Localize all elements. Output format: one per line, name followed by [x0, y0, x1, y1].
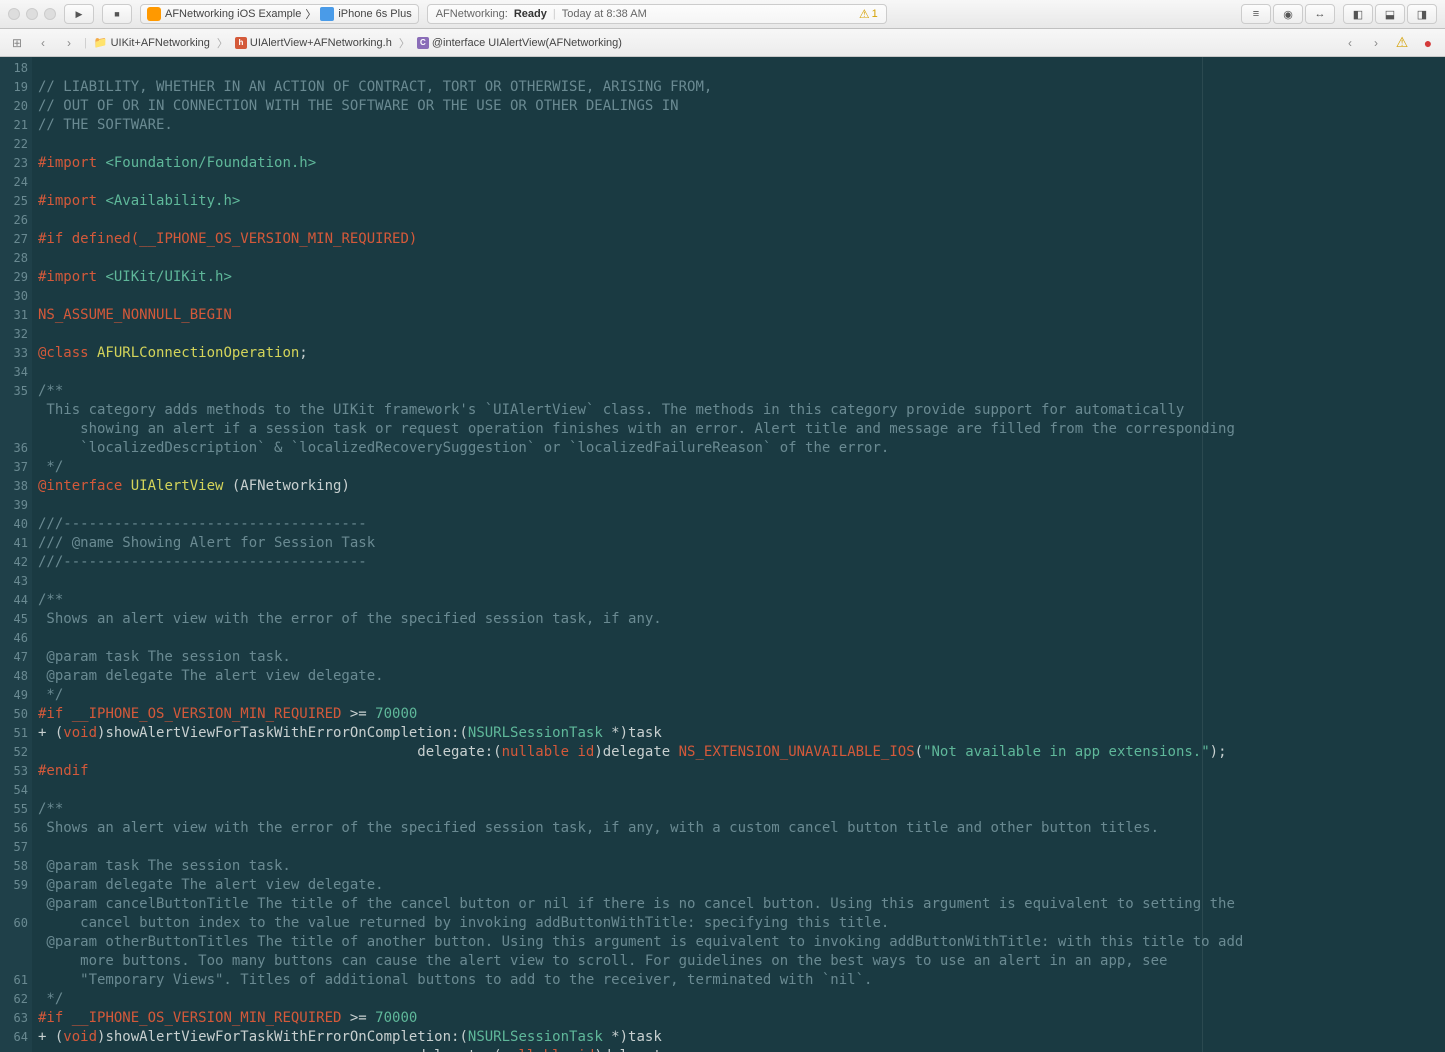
- code-line: // THE SOFTWARE.: [38, 117, 173, 133]
- code-line: #if __IPHONE_OS_VERSION_MIN_REQUIRED >= …: [38, 1010, 417, 1026]
- code-line: #import <UIKit/UIKit.h>: [38, 269, 232, 285]
- back-button[interactable]: ‹: [32, 34, 54, 52]
- version-editor-button[interactable]: ↔: [1305, 4, 1335, 24]
- code-line: This category adds methods to the UIKit …: [38, 402, 1243, 456]
- forward-button[interactable]: ›: [58, 34, 80, 52]
- code-line: /**: [38, 801, 63, 817]
- status-time: Today at 8:38 AM: [562, 8, 647, 20]
- code-line: /**: [38, 383, 63, 399]
- code-line: @param delegate The alert view delegate.: [38, 877, 384, 893]
- folder-icon: [94, 36, 108, 49]
- jump-item-file[interactable]: h UIAlertView+AFNetworking.h: [232, 37, 395, 49]
- code-editor[interactable]: 1819202122232425262728293031323334353637…: [0, 57, 1445, 1052]
- code-line: + (void)showAlertViewForTaskWithErrorOnC…: [38, 1029, 662, 1045]
- code-line: delegate:(nullable id)delegate NS_EXTENS…: [38, 744, 1227, 760]
- toggle-navigator-button[interactable]: ◧: [1343, 4, 1373, 24]
- code-line: */: [38, 687, 63, 703]
- warning-icon[interactable]: [1391, 34, 1413, 52]
- related-items-button[interactable]: ⊞: [6, 34, 28, 52]
- code-line: @param cancelButtonTitle The title of th…: [38, 896, 1243, 931]
- code-line: delegate:(nullable id)delegate: [38, 1048, 670, 1052]
- code-line: @class AFURLConnectionOperation;: [38, 345, 308, 361]
- code-line: ///------------------------------------: [38, 554, 367, 570]
- error-icon[interactable]: [1417, 34, 1439, 52]
- category-icon: C: [417, 37, 429, 49]
- scheme-selector[interactable]: AFNetworking iOS Example 〉 iPhone 6s Plu…: [140, 4, 419, 24]
- jump-file-label: UIAlertView+AFNetworking.h: [250, 37, 392, 49]
- jump-item-folder[interactable]: UIKit+AFNetworking: [91, 36, 213, 49]
- device-label: iPhone 6s Plus: [338, 8, 411, 20]
- chevron-right-icon: 〉: [305, 6, 316, 22]
- toolbar: AFNetworking iOS Example 〉 iPhone 6s Plu…: [0, 0, 1445, 29]
- code-line: /**: [38, 592, 63, 608]
- warning-count[interactable]: 1: [859, 7, 878, 21]
- standard-editor-button[interactable]: ≡: [1241, 4, 1271, 24]
- code-line: Shows an alert view with the error of th…: [38, 611, 662, 627]
- panel-toggle-group: ◧ ⬓ ◨: [1343, 4, 1437, 24]
- code-line: + (void)showAlertViewForTaskWithErrorOnC…: [38, 725, 662, 741]
- code-line: */: [38, 991, 63, 1007]
- status-state: Ready: [514, 8, 547, 20]
- code-line: #import <Availability.h>: [38, 193, 240, 209]
- code-line: #import <Foundation/Foundation.h>: [38, 155, 316, 171]
- editor-mode-group: ≡ ◉ ↔: [1241, 4, 1335, 24]
- code-line: // OUT OF OR IN CONNECTION WITH THE SOFT…: [38, 98, 679, 114]
- page-guide: [1202, 57, 1203, 1052]
- toggle-debug-button[interactable]: ⬓: [1375, 4, 1405, 24]
- jump-item-symbol[interactable]: C @interface UIAlertView(AFNetworking): [414, 37, 625, 49]
- code-line: @param delegate The alert view delegate.: [38, 668, 384, 684]
- status-project: AFNetworking:: [436, 8, 508, 20]
- gutter: 1819202122232425262728293031323334353637…: [0, 57, 32, 1052]
- code-line: @param otherButtonTitles The title of an…: [38, 934, 1252, 988]
- app-icon: [147, 7, 161, 21]
- header-file-icon: h: [235, 37, 247, 49]
- minimize-icon[interactable]: [26, 8, 38, 20]
- jump-bar: ⊞ ‹ › | UIKit+AFNetworking 〉 h UIAlertVi…: [0, 29, 1445, 57]
- code-line: @param task The session task.: [38, 858, 291, 874]
- assistant-editor-button[interactable]: ◉: [1273, 4, 1303, 24]
- code-line: */: [38, 459, 63, 475]
- code-line: /// @name Showing Alert for Session Task: [38, 535, 375, 551]
- code-line: NS_ASSUME_NONNULL_BEGIN: [38, 307, 232, 323]
- jump-symbol-label: @interface UIAlertView(AFNetworking): [432, 37, 622, 49]
- code-line: Shows an alert view with the error of th…: [38, 820, 1159, 836]
- code-line: // LIABILITY, WHETHER IN AN ACTION OF CO…: [38, 79, 712, 95]
- traffic-lights: [8, 8, 56, 20]
- code-line: #if __IPHONE_OS_VERSION_MIN_REQUIRED >= …: [38, 706, 417, 722]
- next-issue-button[interactable]: ›: [1365, 34, 1387, 52]
- run-button[interactable]: [64, 4, 94, 24]
- jump-folder-label: UIKit+AFNetworking: [111, 37, 210, 49]
- scheme-label: AFNetworking iOS Example: [165, 8, 301, 20]
- code-line: @interface UIAlertView (AFNetworking): [38, 478, 350, 494]
- stop-button[interactable]: [102, 4, 132, 24]
- code-area[interactable]: // LIABILITY, WHETHER IN AN ACTION OF CO…: [32, 57, 1445, 1052]
- code-line: #if defined(__IPHONE_OS_VERSION_MIN_REQU…: [38, 231, 417, 247]
- zoom-icon[interactable]: [44, 8, 56, 20]
- prev-issue-button[interactable]: ‹: [1339, 34, 1361, 52]
- code-line: #endif: [38, 763, 89, 779]
- simulator-icon: [320, 7, 334, 21]
- code-line: ///------------------------------------: [38, 516, 367, 532]
- close-icon[interactable]: [8, 8, 20, 20]
- toggle-utilities-button[interactable]: ◨: [1407, 4, 1437, 24]
- code-line: @param task The session task.: [38, 649, 291, 665]
- activity-viewer[interactable]: AFNetworking: Ready | Today at 8:38 AM 1: [427, 4, 887, 24]
